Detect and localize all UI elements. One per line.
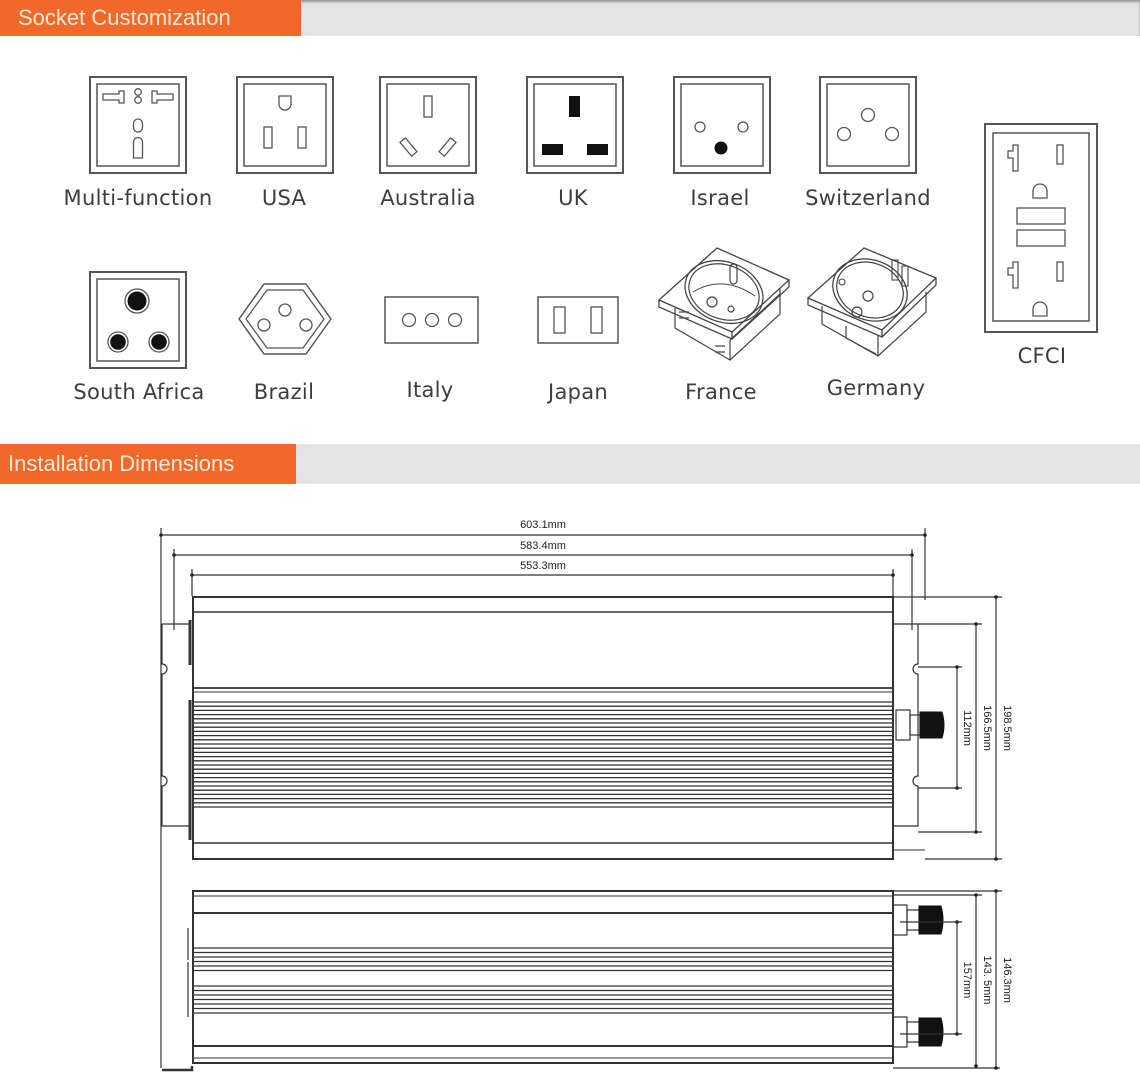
- cfci-socket-icon: [984, 123, 1098, 333]
- socket-label: France: [685, 380, 757, 404]
- socket-italy: [384, 296, 479, 348]
- socket-label: Switzerland: [805, 186, 931, 210]
- socket-australia: [379, 76, 477, 178]
- multi-function-socket-icon: [89, 76, 187, 174]
- israel-socket-icon: [673, 76, 771, 174]
- socket-brazil: [238, 283, 332, 359]
- section-title: Installation Dimensions: [0, 444, 296, 484]
- australia-socket-icon: [379, 76, 477, 174]
- inverter-side-view: [162, 890, 1000, 1072]
- socket-label: Israel: [690, 186, 750, 210]
- socket-label: UK: [558, 186, 588, 210]
- socket-label: USA: [261, 186, 307, 210]
- socket-label: Australia: [380, 186, 476, 210]
- dim-overall-length: 603.1mm: [520, 519, 566, 531]
- installation-drawing: 603.1mm 583.4mm 553.3mm 198.5mm 166.5mm …: [159, 519, 1013, 1072]
- socket-multi-function: [89, 76, 187, 178]
- socket-south-africa: [89, 271, 187, 373]
- dim-body-height: 143. 5mm: [981, 956, 993, 1005]
- socket-label: Italy: [406, 378, 454, 402]
- japan-socket-icon: [537, 296, 619, 344]
- socket-label: Japan: [547, 380, 609, 404]
- section-title: Socket Customization: [0, 0, 301, 36]
- socket-label: Germany: [826, 376, 926, 400]
- socket-israel: [673, 76, 771, 178]
- socket-usa: [236, 76, 334, 178]
- switzerland-socket-icon: [819, 76, 917, 174]
- dim-body-length: 553.3mm: [520, 560, 566, 572]
- inverter-top-view: [161, 596, 945, 860]
- socket-label: South Africa: [73, 380, 205, 404]
- dim-slot-spacing: 112mm: [961, 710, 973, 746]
- socket-japan: [537, 296, 619, 348]
- dim-overall-height: 146.3mm: [1001, 957, 1013, 1003]
- italy-socket-icon: [384, 296, 479, 344]
- germany-socket-icon: [806, 247, 938, 358]
- south-africa-socket-icon: [89, 271, 187, 369]
- socket-label: Multi-function: [63, 186, 213, 210]
- uk-socket-icon: [526, 76, 624, 174]
- socket-label: CFCI: [1017, 344, 1067, 368]
- installation-dimensions-header: Installation Dimensions: [0, 444, 1140, 484]
- brazil-socket-icon: [238, 283, 332, 355]
- socket-cfci: [984, 123, 1098, 337]
- socket-germany: [806, 246, 940, 374]
- dim-overall-width: 198.5mm: [1001, 705, 1013, 751]
- dim-flange-width: 166.5mm: [981, 705, 993, 751]
- usa-socket-icon: [236, 76, 334, 174]
- france-socket-icon: [657, 247, 791, 362]
- dim-terminal-spacing: 157mm: [961, 962, 973, 999]
- socket-france: [657, 246, 791, 370]
- socket-uk: [526, 76, 624, 178]
- socket-customization-header: Socket Customization: [0, 0, 1140, 36]
- socket-label: Brazil: [253, 380, 315, 404]
- socket-switzerland: [819, 76, 917, 178]
- dim-mounting-length: 583.4mm: [520, 540, 566, 552]
